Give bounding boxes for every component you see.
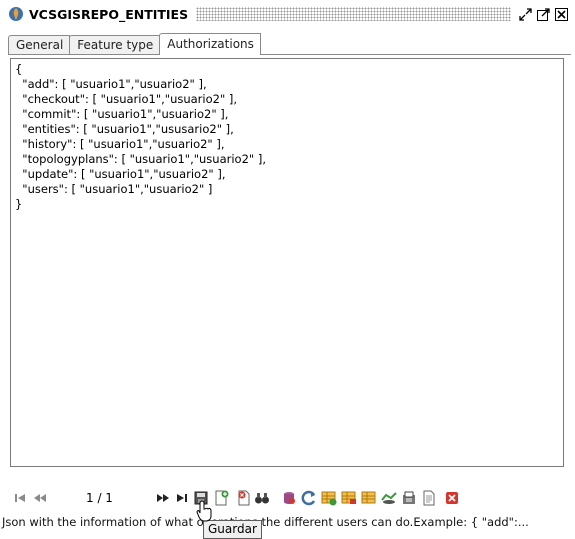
last-record-icon[interactable] — [174, 490, 190, 506]
navigation-toolbar: 1 / 1 — [0, 488, 575, 508]
editor-line: "entities": [ "usuario1","ususario2" ], — [15, 122, 234, 136]
tab-authorizations[interactable]: Authorizations — [159, 33, 261, 55]
table-edit-icon[interactable] — [341, 490, 357, 506]
editor-line: { — [15, 62, 23, 76]
geometry-icon[interactable] — [381, 490, 397, 506]
editor-line: "checkout": [ "usuario1","usuario2" ], — [15, 92, 238, 106]
authorizations-json-editor[interactable]: { "add": [ "usuario1","usuario2" ], "che… — [10, 58, 564, 467]
tab-general[interactable]: General — [8, 35, 71, 55]
table-icon[interactable] — [361, 490, 377, 506]
close-icon[interactable] — [555, 7, 568, 21]
field-description: Json with the information of what operat… — [2, 515, 529, 529]
title-grip[interactable] — [196, 7, 511, 21]
previous-record-icon[interactable] — [32, 490, 48, 506]
cancel-icon[interactable] — [444, 490, 460, 506]
database-icon[interactable] — [281, 490, 297, 506]
tab-divider — [8, 54, 571, 55]
editor-line: "add": [ "usuario1","usuario2" ], — [15, 77, 207, 91]
search-binoculars-icon[interactable] — [254, 490, 270, 506]
first-record-icon[interactable] — [12, 490, 28, 506]
maximize-icon[interactable] — [537, 7, 550, 21]
window-title: VCSGISREPO_ENTITIES — [29, 6, 189, 22]
tab-bar: General Feature type Authorizations — [8, 33, 261, 55]
hand-cursor-icon — [196, 500, 214, 525]
editor-line: "topologyplans": [ "usuario1","usuario2"… — [15, 152, 266, 166]
editor-line: "update": [ "usuario1","usuario2" ], — [15, 167, 226, 181]
window: VCSGISREPO_ENTITIES General Feature type… — [0, 0, 575, 539]
refresh-icon[interactable] — [301, 490, 317, 506]
export-icon[interactable] — [401, 490, 417, 506]
editor-line: "commit": [ "usuario1","usuario2" ], — [15, 107, 229, 121]
next-record-icon[interactable] — [155, 490, 171, 506]
editor-line: } — [15, 197, 23, 211]
editor-line: "users": [ "usuario1","usuario2" ] — [15, 182, 213, 196]
restore-icon[interactable] — [519, 7, 532, 21]
editor-line: "history": [ "usuario1","usuario2" ], — [15, 137, 225, 151]
tab-feature-type[interactable]: Feature type — [69, 35, 161, 55]
new-record-icon[interactable] — [213, 490, 229, 506]
delete-record-icon[interactable] — [236, 490, 252, 506]
pager-indicator: 1 / 1 — [86, 491, 113, 505]
table-add-icon[interactable] — [321, 490, 337, 506]
app-logo-icon — [8, 6, 24, 22]
document-icon[interactable] — [421, 490, 437, 506]
title-bar[interactable]: VCSGISREPO_ENTITIES — [2, 2, 573, 26]
